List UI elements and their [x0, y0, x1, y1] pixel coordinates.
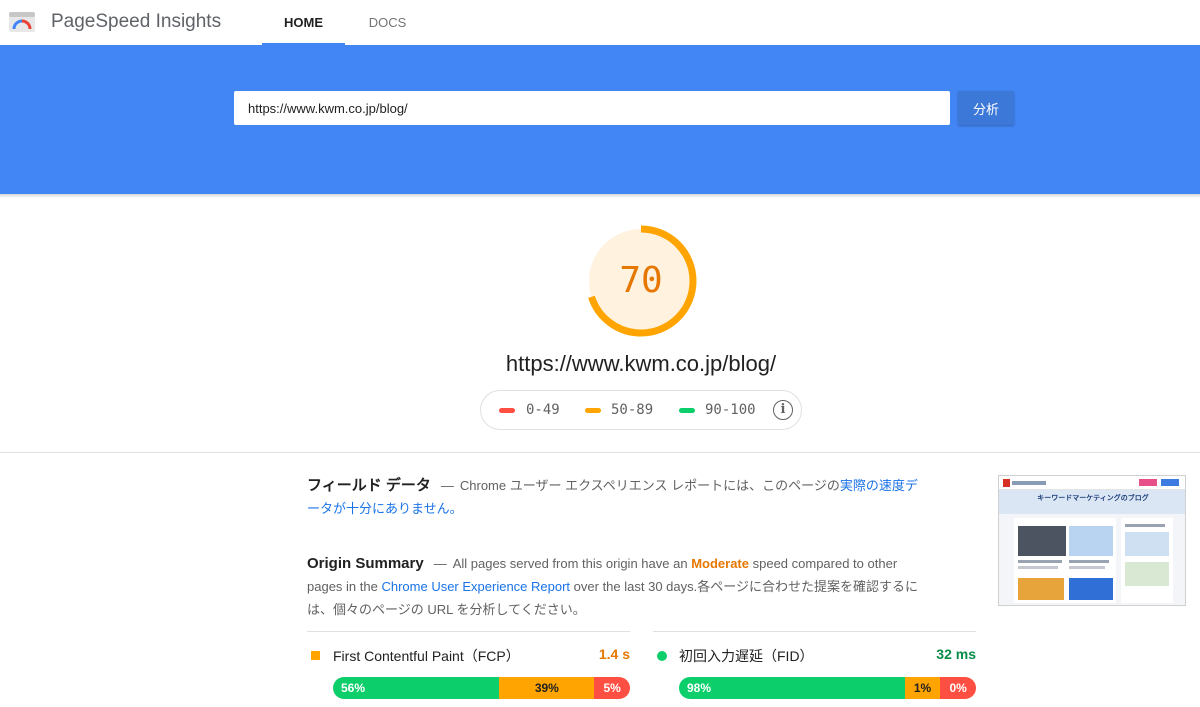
metric-fid: 初回入力遅延（FID） 32 ms 98% 1% 0% — [653, 631, 976, 707]
legend-swatch-fast — [679, 408, 695, 413]
crux-report-link[interactable]: Chrome User Experience Report — [381, 579, 570, 594]
origin-summary-text-1: All pages served from this origin have a… — [452, 556, 688, 571]
section-divider — [0, 452, 1200, 453]
tab-home[interactable]: HOME — [262, 0, 345, 45]
fid-slow-segment: 0% — [940, 677, 976, 699]
metric-fcp-name: First Contentful Paint（FCP） — [333, 648, 520, 664]
thumbnail-heading: キーワードマーケティングのブログ — [1037, 494, 1149, 502]
metric-fcp-value: 1.4 s — [598, 646, 630, 662]
metric-fcp: First Contentful Paint（FCP） 1.4 s 56% 39… — [307, 631, 630, 707]
url-input[interactable] — [234, 91, 950, 125]
fid-average-segment: 1% — [904, 677, 941, 699]
legend-range-fast: 90-100 — [705, 402, 756, 418]
fcp-distribution-bar: 56% 39% 5% — [333, 677, 630, 699]
legend-range-average: 50-89 — [611, 402, 654, 418]
analyze-button[interactable]: 分析 — [958, 91, 1014, 125]
fcp-slow-segment: 5% — [594, 677, 630, 699]
legend-range-slow: 0-49 — [526, 402, 560, 418]
legend-swatch-average — [585, 408, 601, 413]
legend-swatch-slow — [499, 408, 515, 413]
info-icon[interactable]: i — [773, 400, 793, 420]
page-screenshot-thumbnail: キーワードマーケティングのブログ — [998, 475, 1186, 606]
performance-score-value: 70 — [619, 260, 663, 301]
metric-fid-name: 初回入力遅延（FID） — [679, 648, 814, 664]
field-data-description: Chrome ユーザー エクスペリエンス レポートには、このページの — [459, 478, 840, 493]
average-square-icon — [311, 651, 320, 660]
fid-distribution-bar: 98% 1% 0% — [679, 677, 976, 699]
top-app-bar: PageSpeed Insights HOME DOCS — [0, 0, 1200, 45]
fast-circle-icon — [657, 651, 667, 661]
fid-fast-segment: 98% — [679, 677, 905, 699]
origin-summary-heading: Origin Summary — [307, 555, 424, 572]
tab-docs[interactable]: DOCS — [350, 0, 425, 45]
field-data-section: フィールド データ — Chrome ユーザー エクスペリエンス レポートには、この… — [307, 477, 918, 516]
hero-shadow — [0, 194, 1200, 198]
tested-url: https://www.kwm.co.jp/blog/ — [505, 351, 777, 376]
field-data-heading: フィールド データ — [307, 477, 431, 494]
origin-summary-section: Origin Summary — All pages served from thi… — [307, 555, 918, 617]
app-title[interactable]: PageSpeed Insights — [51, 11, 221, 33]
score-legend: 0-49 50-89 90-100 i — [480, 390, 802, 430]
origin-rating: Moderate — [691, 556, 749, 571]
url-search-band: 分析 — [0, 45, 1200, 194]
fcp-fast-segment: 56% — [333, 677, 500, 699]
pagespeed-gauge-icon[interactable] — [8, 10, 36, 34]
metric-fid-value: 32 ms — [936, 646, 976, 662]
fcp-average-segment: 39% — [499, 677, 595, 699]
